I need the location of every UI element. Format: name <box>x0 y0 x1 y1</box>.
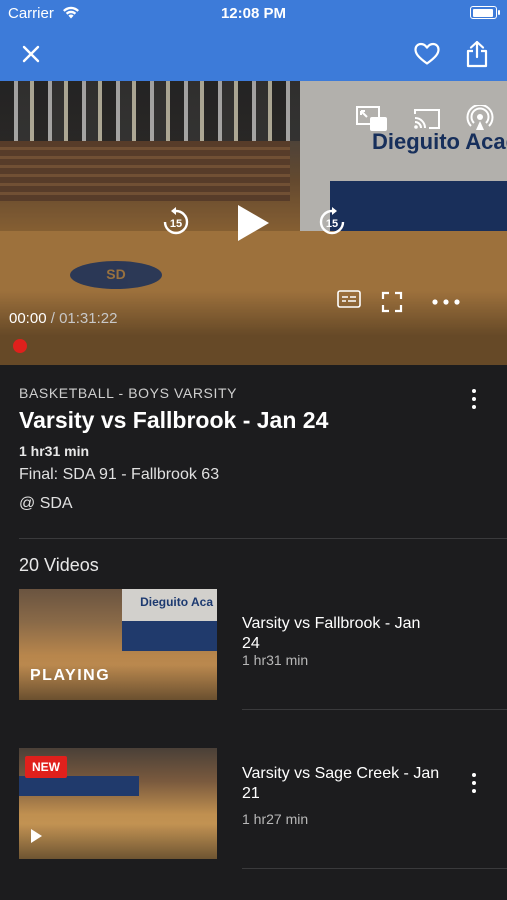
status-bar: Carrier 12:08 PM <box>0 0 507 28</box>
more-vertical-icon <box>472 389 476 393</box>
videos-heading: 20 Videos <box>19 555 99 575</box>
more-options-button[interactable] <box>430 295 462 309</box>
play-icon <box>31 829 42 843</box>
navbar <box>0 28 507 81</box>
cast-icon <box>414 109 440 129</box>
list-item-duration: 1 hr31 min <box>242 652 309 668</box>
forward-15-icon: 15 <box>319 207 345 235</box>
close-icon <box>22 45 40 63</box>
list-item-duration: 1 hr27 min <box>242 811 309 827</box>
rewind-15-icon: 15 <box>163 207 189 235</box>
new-badge: NEW <box>25 756 67 778</box>
favorite-button[interactable] <box>411 38 443 70</box>
rewind-15-button[interactable]: 15 <box>159 205 193 239</box>
fullscreen-icon <box>381 291 403 313</box>
share-button[interactable] <box>461 38 493 70</box>
top-bar: Carrier 12:08 PM <box>0 0 507 81</box>
share-icon <box>466 40 488 68</box>
forward-15-button[interactable]: 15 <box>315 205 349 239</box>
video-details: BASKETBALL - BOYS VARSITY Varsity vs Fal… <box>0 365 507 539</box>
timecode: 00:00 / 01:31:22 <box>9 310 118 327</box>
play-icon <box>238 205 269 241</box>
video-player[interactable]: Dieguito Acad SD 15 15 00:00 / 01:31:22 <box>0 81 507 365</box>
more-horizontal-icon <box>432 299 460 305</box>
more-vertical-icon <box>472 773 476 777</box>
pip-button[interactable] <box>354 103 390 135</box>
play-button[interactable] <box>229 200 275 246</box>
list-item[interactable]: Dieguito Aca PLAYING Varsity vs Fallbroo… <box>0 589 507 701</box>
svg-text:15: 15 <box>326 218 338 230</box>
video-title: Varsity vs Fallbrook - Jan 24 <box>19 407 329 433</box>
video-thumbnail: Dieguito Aca PLAYING <box>19 589 217 700</box>
game-location: @ SDA <box>19 495 73 512</box>
video-duration: 1 hr31 min <box>19 443 90 459</box>
captions-icon <box>337 290 361 308</box>
status-time: 12:08 PM <box>220 5 287 22</box>
video-thumbnail: NEW <box>19 748 217 859</box>
airplay-audio-icon <box>466 105 494 130</box>
playing-label: PLAYING <box>30 667 111 684</box>
divider <box>242 868 507 869</box>
heart-outline-icon <box>414 42 440 65</box>
svg-text:15: 15 <box>170 218 182 230</box>
battery-icon <box>470 6 500 19</box>
list-item[interactable]: NEW Varsity vs Sage Creek - Jan 21 1 hr2… <box>0 748 507 860</box>
current-time: 00:00 <box>9 310 47 327</box>
cast-button[interactable] <box>410 105 444 133</box>
fullscreen-button[interactable] <box>379 289 405 315</box>
list-item-title: Varsity vs Fallbrook - Jan 24 <box>242 615 421 652</box>
list-item-more-button[interactable] <box>464 770 484 796</box>
scrubber-handle[interactable] <box>13 339 27 353</box>
divider <box>242 709 507 710</box>
picture-in-picture-icon <box>356 106 387 131</box>
airplay-button[interactable] <box>464 104 496 134</box>
details-more-button[interactable] <box>464 386 484 412</box>
total-time: 01:31:22 <box>59 310 118 327</box>
divider <box>19 538 507 539</box>
final-score: Final: SDA 91 - Fallbrook 63 <box>19 466 220 483</box>
captions-button[interactable] <box>336 289 362 309</box>
close-button[interactable] <box>15 38 47 70</box>
video-category: BASKETBALL - BOYS VARSITY <box>19 385 238 401</box>
list-item-title: Varsity vs Sage Creek - Jan 21 <box>242 765 440 802</box>
